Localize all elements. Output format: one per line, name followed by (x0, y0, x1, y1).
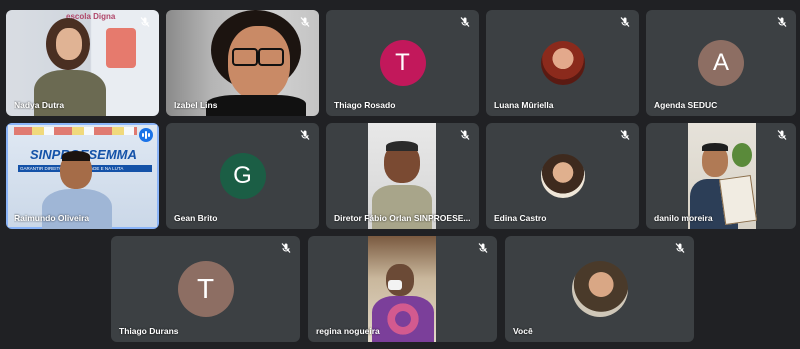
profile-photo (540, 41, 585, 85)
participant-tile-edina-castro[interactable]: Edina Castro (486, 123, 639, 229)
participant-name: Gean Brito (174, 213, 218, 223)
participant-tile-diretor-fabio[interactable]: Diretor Fábio Orlan SINPROESE... (326, 123, 479, 229)
participant-name: Izabel Lins (174, 100, 218, 110)
participant-tile-thiago-rosado[interactable]: T Thiago Rosado (326, 10, 479, 116)
participant-name: Agenda SEDUC (654, 100, 718, 110)
participant-name: Raimundo Oliveira (14, 213, 90, 223)
participant-name: Edina Castro (494, 213, 547, 223)
participant-tile-izabel-lins[interactable]: Izabel Lins (166, 10, 319, 116)
mic-muted-icon (620, 17, 630, 27)
mic-muted-icon (281, 243, 291, 253)
participant-name: Diretor Fábio Orlan SINPROESE... (334, 213, 471, 223)
mic-muted-icon (460, 17, 470, 27)
mic-muted-icon (777, 130, 787, 140)
mic-muted-icon (675, 243, 685, 253)
profile-photo (540, 154, 585, 198)
avatar: G (219, 153, 266, 199)
avatar: T (177, 261, 234, 317)
participant-name: Luana Mûriella (494, 100, 554, 110)
participant-tile-nadya-dutra[interactable]: escola Digna Nadya Dutra (6, 10, 159, 116)
participant-name: Thiago Rosado (334, 100, 396, 110)
speaking-indicator-icon (139, 128, 153, 142)
avatar: T (379, 40, 426, 86)
participant-name: Nadya Dutra (14, 100, 65, 110)
participant-tile-regina-nogueira[interactable]: regina nogueira (308, 236, 497, 342)
avatar: A (698, 40, 744, 86)
mic-muted-icon (478, 243, 488, 253)
mic-muted-icon (620, 130, 630, 140)
mic-muted-icon (460, 130, 470, 140)
profile-photo (571, 261, 628, 317)
participant-tile-agenda-seduc[interactable]: A Agenda SEDUC (646, 10, 796, 116)
participant-tile-voce[interactable]: Você (505, 236, 694, 342)
participant-name: Você (513, 326, 533, 336)
participant-tile-thiago-durans[interactable]: T Thiago Durans (111, 236, 300, 342)
mic-muted-icon (777, 17, 787, 27)
participant-name: Thiago Durans (119, 326, 179, 336)
mic-muted-icon (300, 17, 310, 27)
mic-muted-icon (140, 17, 150, 27)
video-feed: SINPROESEMMA GARANTIR DIREITOS ... NA UN… (8, 125, 157, 229)
participant-tile-gean-brito[interactable]: G Gean Brito (166, 123, 319, 229)
participant-name: regina nogueira (316, 326, 380, 336)
participant-name: danilo moreira (654, 213, 713, 223)
participant-tile-luana-muriella[interactable]: Luana Mûriella (486, 10, 639, 116)
participant-tile-danilo-moreira[interactable]: danilo moreira (646, 123, 796, 229)
participant-tile-raimundo-oliveira[interactable]: SINPROESEMMA GARANTIR DIREITOS ... NA UN… (6, 123, 159, 229)
mic-muted-icon (300, 130, 310, 140)
